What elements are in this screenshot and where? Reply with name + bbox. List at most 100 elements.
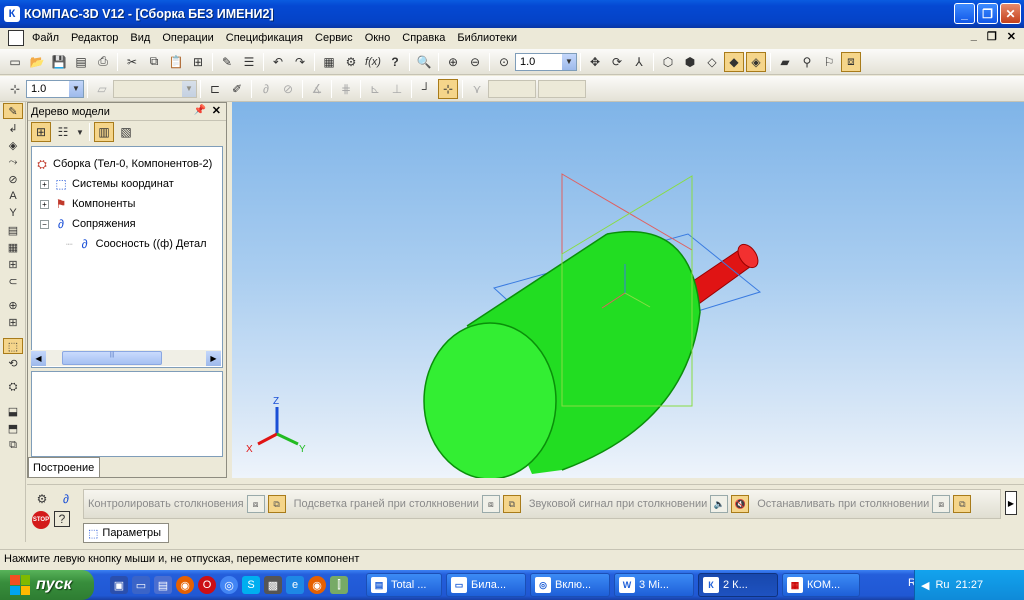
view-icon[interactable]: ⬒: [3, 420, 23, 436]
sound-off-icon[interactable]: 🔈: [710, 495, 729, 513]
step-icon[interactable]: ⊹: [5, 79, 25, 99]
skype-icon[interactable]: S: [242, 576, 260, 594]
menu-operations[interactable]: Операции: [156, 32, 219, 44]
minimize-button[interactable]: _: [954, 3, 975, 24]
undo-icon[interactable]: ↶: [268, 52, 288, 72]
new-file-icon[interactable]: ▭: [5, 52, 25, 72]
tree-item-mates[interactable]: − ∂ Сопряжения: [40, 215, 136, 233]
step-combo[interactable]: 1.0 ▼: [26, 79, 84, 98]
diagnostic-icon[interactable]: ◈: [3, 137, 23, 153]
cut-icon[interactable]: ✂: [122, 52, 142, 72]
spatial-curves-icon[interactable]: ⤳: [3, 154, 23, 170]
corner-icon[interactable]: ┘: [416, 79, 436, 99]
menu-edit[interactable]: Редактор: [65, 32, 124, 44]
open-file-icon[interactable]: 📂: [27, 52, 47, 72]
redo-icon[interactable]: ↷: [290, 52, 310, 72]
menu-service[interactable]: Сервис: [309, 32, 359, 44]
menu-help[interactable]: Справка: [396, 32, 451, 44]
preview-icon[interactable]: ▤: [71, 52, 91, 72]
local-cs-icon[interactable]: ⊹: [438, 78, 458, 99]
perspective-icon[interactable]: ▰: [775, 52, 795, 72]
report-icon[interactable]: ▤: [3, 222, 23, 238]
menu-file[interactable]: Файл: [26, 32, 65, 44]
highlight-off-icon[interactable]: ⧈: [481, 495, 500, 513]
rotate-icon[interactable]: ⟳: [607, 52, 627, 72]
place-component-icon[interactable]: ⊞: [3, 314, 23, 330]
mate-icon[interactable]: ⊘: [3, 171, 23, 187]
menu-libraries[interactable]: Библиотеки: [451, 32, 523, 44]
brush-icon[interactable]: ✎: [217, 52, 237, 72]
section-icon[interactable]: ⬓: [3, 403, 23, 419]
zoom-box-icon[interactable]: 🔍: [414, 52, 434, 72]
ie-icon[interactable]: e: [286, 576, 304, 594]
component-edit-icon[interactable]: ⧈: [841, 51, 861, 72]
tree-relations-icon[interactable]: ▧: [116, 122, 136, 142]
sheet-metal-icon[interactable]: ⊂: [3, 273, 23, 289]
format-icon[interactable]: ⊞: [188, 52, 208, 72]
collapse-icon[interactable]: −: [40, 219, 49, 229]
paperclip-icon[interactable]: ∂: [56, 489, 76, 509]
select-filter-icon[interactable]: ⚐: [819, 52, 839, 72]
quicklaunch-icon[interactable]: ▣: [110, 576, 128, 594]
scroll-left-icon[interactable]: ◀: [31, 350, 46, 366]
sound-on-icon[interactable]: 🔇: [731, 495, 750, 513]
annotation-icon[interactable]: A: [3, 188, 23, 204]
firefox-icon[interactable]: ◉: [176, 576, 194, 594]
opera-icon[interactable]: O: [198, 576, 216, 594]
edit-sketch-icon[interactable]: ✐: [227, 79, 247, 99]
cylinder-face[interactable]: [423, 322, 557, 480]
start-button[interactable]: пуск: [0, 570, 94, 600]
model-canvas[interactable]: Z X Y: [232, 102, 1024, 480]
pan-icon[interactable]: ✥: [585, 52, 605, 72]
tree-item-components[interactable]: + ⚑ Компоненты: [40, 195, 135, 213]
close-button[interactable]: ✕: [1000, 3, 1021, 24]
tree-horizontal-scrollbar[interactable]: ◀ ||| ▶: [31, 350, 221, 366]
variables-icon[interactable]: ⚙: [341, 52, 361, 72]
stop-on-icon[interactable]: ⧉: [953, 495, 972, 513]
tab-parameters[interactable]: ⬚ Параметры: [83, 523, 169, 543]
panel-scroll-right-icon[interactable]: ▶: [1005, 491, 1017, 515]
paste-icon[interactable]: 📋: [166, 52, 186, 72]
hidden-lines-icon[interactable]: ⬢: [680, 52, 700, 72]
mdi-close-button[interactable]: ✕: [1007, 30, 1016, 43]
spec-icon[interactable]: ⧉: [3, 437, 23, 453]
stop-icon[interactable]: STOP: [32, 511, 50, 529]
chrome-icon[interactable]: ◎: [220, 576, 238, 594]
selection-icon[interactable]: Y: [3, 205, 23, 221]
array-icon[interactable]: ▦: [3, 239, 23, 255]
zoom-out-icon[interactable]: ⊖: [465, 52, 485, 72]
tree-structure-icon[interactable]: ⊞: [31, 122, 51, 142]
highlight-on-icon[interactable]: ⧉: [502, 495, 521, 513]
thin-lines-icon[interactable]: ◇: [702, 52, 722, 72]
insert-component-icon[interactable]: ⊕: [3, 297, 23, 313]
save-icon[interactable]: 💾: [49, 52, 69, 72]
group-icon[interactable]: ⛭: [3, 379, 23, 395]
chart-app-icon[interactable]: ⫿: [330, 576, 348, 594]
model-viewport[interactable]: Z X Y: [232, 102, 1024, 480]
close-icon[interactable]: ✕: [212, 104, 221, 117]
manager-icon[interactable]: ▦: [319, 52, 339, 72]
task-total[interactable]: ▤ Total ...: [366, 573, 442, 597]
files-icon[interactable]: ▤: [154, 576, 172, 594]
filter-icon[interactable]: ⚲: [797, 52, 817, 72]
orient-icon[interactable]: ⅄: [629, 52, 649, 72]
fx-icon[interactable]: f(x): [363, 52, 383, 72]
firefox2-icon[interactable]: ◉: [308, 576, 326, 594]
task-kompas[interactable]: К 2 К...: [698, 573, 778, 597]
scroll-thumb[interactable]: |||: [62, 351, 162, 365]
properties-icon[interactable]: ☰: [239, 52, 259, 72]
expand-icon[interactable]: +: [40, 199, 49, 209]
menu-window[interactable]: Окно: [359, 32, 397, 44]
task-pdf[interactable]: ▦ КОМ...: [782, 573, 860, 597]
shaded-edges-icon[interactable]: ◈: [746, 51, 766, 72]
coord-system-icon[interactable]: ⊏: [205, 79, 225, 99]
tray-lang[interactable]: Ru: [935, 579, 949, 591]
help-icon[interactable]: ?: [54, 511, 70, 527]
rotate-component-icon[interactable]: ⟲: [3, 355, 23, 371]
edit-assembly-icon[interactable]: ✎: [3, 103, 23, 119]
maximize-button[interactable]: ❐: [977, 3, 998, 24]
tree-item-coords[interactable]: + ⬚ Системы координат: [40, 175, 174, 193]
move-component-icon[interactable]: ⬚: [3, 338, 23, 354]
copy-icon[interactable]: ⧉: [144, 52, 164, 72]
task-word[interactable]: W 3 Mi...: [614, 573, 694, 597]
